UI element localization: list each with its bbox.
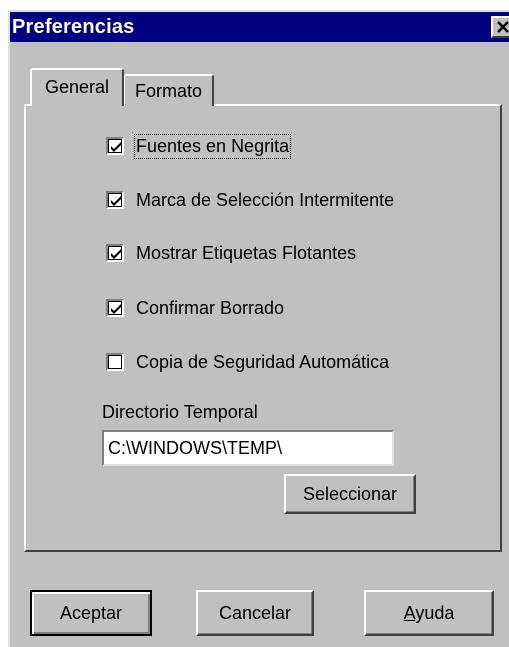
tab-general[interactable]: General xyxy=(30,68,124,106)
option-label: Copia de Seguridad Automática xyxy=(136,351,390,372)
close-button[interactable] xyxy=(491,16,509,38)
checkbox-confirm-delete[interactable] xyxy=(106,299,124,317)
select-dir-button[interactable]: Seleccionar xyxy=(284,474,416,514)
cancel-button[interactable]: Cancelar xyxy=(196,590,314,636)
option-label: Marca de Selección Intermitente xyxy=(136,189,395,210)
checkbox-auto-backup[interactable] xyxy=(106,353,124,371)
dialog-title: Preferencias xyxy=(12,16,135,38)
option-auto-backup[interactable]: Copia de Seguridad Automática xyxy=(106,350,389,374)
help-button[interactable]: Ayuda xyxy=(364,590,494,636)
check-icon xyxy=(111,249,121,259)
checkbox-floating-labels[interactable] xyxy=(106,244,124,262)
tab-formato[interactable]: Formato xyxy=(124,74,214,106)
option-confirm-delete[interactable]: Confirmar Borrado xyxy=(106,296,284,320)
check-icon xyxy=(111,196,121,206)
accept-button[interactable]: Aceptar xyxy=(30,590,152,636)
temp-dir-label: Directorio Temporal xyxy=(102,402,258,422)
title-bar[interactable]: Preferencias xyxy=(10,12,509,42)
option-label: Confirmar Borrado xyxy=(136,297,285,318)
check-icon xyxy=(111,142,121,152)
checkbox-blinking-cursor[interactable] xyxy=(106,191,124,209)
option-blinking-cursor[interactable]: Marca de Selección Intermitente xyxy=(106,188,394,212)
tab-formato-label: Formato xyxy=(134,81,203,101)
check-icon xyxy=(111,304,121,314)
option-label: Fuentes en Negrita xyxy=(133,133,292,159)
preferences-dialog: Preferencias General Formato Fuentes en … xyxy=(8,10,509,647)
option-bold-fonts[interactable]: Fuentes en Negrita xyxy=(106,133,292,159)
checkbox-bold-fonts[interactable] xyxy=(106,137,124,155)
help-label-rest: yuda xyxy=(415,603,455,623)
tab-panel-general xyxy=(24,104,502,552)
help-mnemonic: A xyxy=(403,603,416,623)
option-label: Mostrar Etiquetas Flotantes xyxy=(136,242,357,263)
temp-dir-input[interactable] xyxy=(102,430,394,466)
option-floating-labels[interactable]: Mostrar Etiquetas Flotantes xyxy=(106,241,356,265)
close-icon xyxy=(497,21,509,33)
tab-general-label: General xyxy=(44,77,110,97)
